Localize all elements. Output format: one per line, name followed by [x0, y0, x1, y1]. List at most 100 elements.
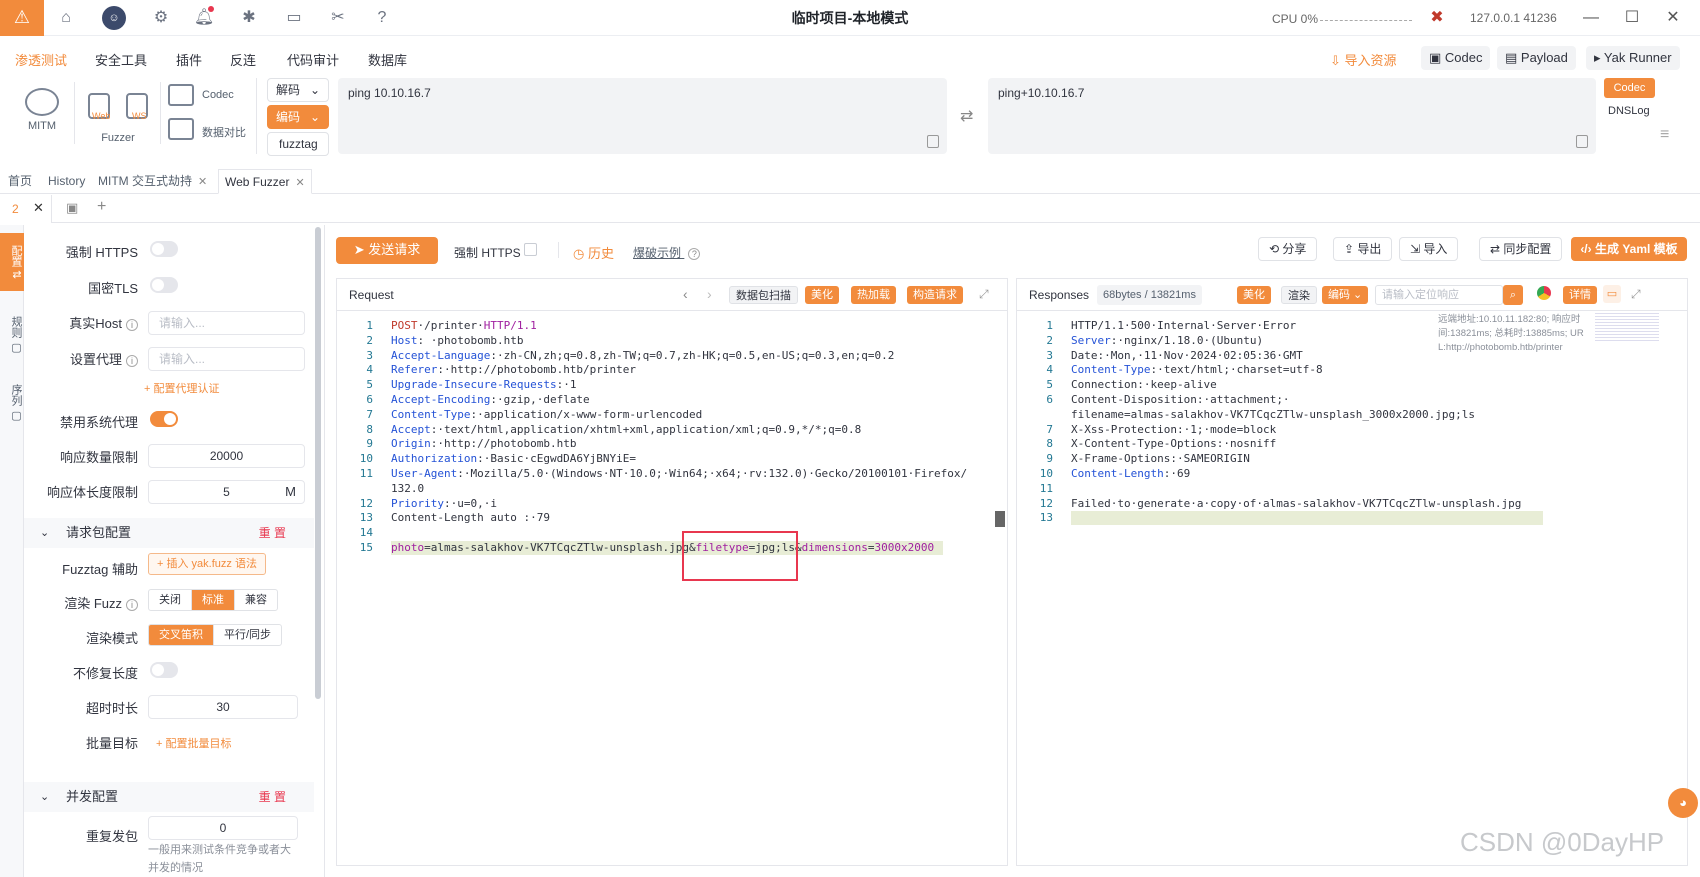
tab-home[interactable]: 首页 — [2, 169, 38, 194]
info-icon[interactable]: i — [126, 354, 138, 367]
render-mode-cartesian[interactable]: 交叉笛积 — [149, 625, 214, 645]
proxy-auth-link[interactable]: + 配置代理认证 — [144, 380, 219, 396]
code-line[interactable]: X-Xss-Protection:·1;·mode=block — [1071, 423, 1276, 436]
repeat-send-input[interactable]: 0 — [148, 816, 298, 840]
code-line[interactable]: Origin:·http://photobomb.htb — [391, 437, 576, 450]
code-line[interactable]: HTTP/1.1·500·Internal·Server·Error — [1071, 319, 1296, 332]
code-line[interactable]: Priority:·u=0,·i — [391, 497, 497, 510]
code-line[interactable]: X-Frame-Options:·SAMEORIGIN — [1071, 452, 1250, 465]
render-response-button[interactable]: 渲染 — [1281, 286, 1317, 304]
code-line[interactable]: Connection:·keep-alive — [1071, 378, 1217, 391]
insert-yak-fuzz-button[interactable]: + 插入 yak.fuzz 语法 — [148, 553, 266, 575]
render-fuzz-off[interactable]: 关闭 — [149, 590, 192, 610]
gear-icon[interactable]: ⚙ — [149, 6, 173, 30]
code-line[interactable]: filename=almas-salakhov-VK7TCqcZTlw-unsp… — [1071, 408, 1475, 421]
close-icon[interactable]: ✕ — [33, 200, 44, 216]
packet-scan-button[interactable]: 数据包扫描 — [729, 286, 798, 304]
code-line[interactable]: Accept-Encoding:·gzip,·deflate — [391, 393, 590, 406]
ws-fuzzer-tool[interactable]: WS — [122, 93, 152, 123]
yak-runner-button[interactable]: ▸ Yak Runner — [1586, 46, 1680, 70]
code-line[interactable]: POST·/printer·HTTP/1.1 — [391, 319, 537, 332]
code-line[interactable]: Accept-Language:·zh-CN,zh;q=0.8,zh-TW;q=… — [391, 349, 894, 362]
code-line[interactable]: Referer:·http://photobomb.htb/printer — [391, 363, 636, 376]
share-button[interactable]: ⟲ 分享 — [1258, 237, 1318, 261]
close-button[interactable]: ✕ — [1658, 6, 1688, 30]
import-resources-link[interactable]: ⇩ 导入资源 — [1330, 50, 1397, 69]
copy-icon[interactable] — [927, 135, 939, 148]
code-line[interactable]: User-Agent:·Mozilla/5.0·(Windows·NT·10.0… — [391, 467, 967, 480]
add-tab-icon[interactable]: + — [97, 198, 106, 216]
fuzztag-button[interactable]: fuzztag — [267, 132, 329, 156]
render-mode-parallel[interactable]: 平行/同步 — [214, 625, 281, 645]
data-compare-icon[interactable] — [168, 118, 194, 140]
maximize-button[interactable]: ☐ — [1617, 6, 1647, 30]
tab-history[interactable]: History — [42, 169, 91, 194]
mascot-icon[interactable]: ◕ — [1668, 788, 1698, 818]
code-line[interactable]: photo=almas-salakhov-VK7TCqcZTlw-unsplas… — [391, 541, 943, 555]
force-https-toggle[interactable] — [150, 241, 178, 257]
bug-icon[interactable]: ✱ — [237, 6, 261, 30]
code-line[interactable]: Content-Length:·69 — [1071, 467, 1190, 480]
details-button[interactable]: 详情 — [1563, 286, 1597, 304]
terminal-icon[interactable]: ▭ — [282, 6, 306, 30]
sync-config-button[interactable]: ⇄ 同步配置 — [1479, 237, 1563, 261]
decode-select[interactable]: 解码 ⌄ — [267, 78, 329, 102]
request-config-header[interactable]: ⌄ 请求包配置 重 置 — [24, 518, 314, 548]
dnslog-side-tab[interactable]: DNSLog — [1608, 105, 1650, 117]
encode-response-select[interactable]: 编码 ⌄ — [1322, 286, 1369, 304]
reset-concurrency-config[interactable]: 重 置 — [259, 782, 286, 812]
menu-reverse[interactable]: 反连 — [230, 50, 256, 69]
code-line[interactable]: Content-Length auto :·79 — [391, 511, 550, 524]
construct-request-button[interactable]: 构造请求 — [907, 286, 963, 304]
minimize-button[interactable]: — — [1576, 6, 1606, 30]
payload-button[interactable]: ▤ Payload — [1497, 46, 1576, 70]
export-button[interactable]: ⇪ 导出 — [1333, 237, 1393, 261]
bell-icon[interactable]: 🔔︎ — [192, 6, 216, 30]
render-mode-segmented[interactable]: 交叉笛积 平行/同步 — [148, 624, 283, 646]
render-fuzz-compat[interactable]: 兼容 — [235, 590, 277, 610]
code-line[interactable]: Host: ·photobomb.htb — [391, 334, 523, 347]
mitm-tool[interactable]: MITM — [18, 88, 66, 132]
code-line[interactable]: Upgrade-Insecure-Requests:·1 — [391, 378, 576, 391]
code-line[interactable]: Failed·to·generate·a·copy·of·almas-salak… — [1071, 497, 1521, 510]
tools-icon[interactable]: ✂ — [326, 6, 350, 30]
codec-side-tab[interactable]: Codec — [1604, 78, 1655, 98]
render-fuzz-standard[interactable]: 标准 — [192, 590, 235, 610]
codec-output[interactable]: ping+10.10.16.7 — [988, 78, 1596, 154]
code-line[interactable]: Content-Type:·text/html;·charset=utf-8 — [1071, 363, 1323, 376]
batch-target-link[interactable]: + 配置批量目标 — [156, 735, 231, 751]
menu-security-tools[interactable]: 安全工具 — [95, 50, 147, 69]
data-compare-label[interactable]: 数据对比 — [202, 124, 246, 140]
history-button[interactable]: ◷ 历史 — [573, 243, 614, 262]
proxy-input[interactable]: 请输入... — [148, 347, 305, 371]
code-line[interactable]: Content-Type:·application/x-www-form-url… — [391, 408, 702, 421]
copy-icon[interactable] — [1576, 135, 1588, 148]
chrome-icon[interactable] — [1537, 286, 1551, 300]
engine-icon[interactable]: ✖ — [1425, 6, 1449, 30]
request-editor[interactable]: Request ‹ › 数据包扫描 美化 热加载 构造请求 ⤢ 1 POST·/p… — [336, 278, 1008, 866]
code-line[interactable]: Server:·nginx/1.18.0·(Ubuntu) — [1071, 334, 1263, 347]
fullscreen-icon[interactable]: ⤢ — [1631, 287, 1641, 302]
collapse-icon[interactable]: ≡ — [1660, 126, 1669, 144]
vnav-rules[interactable]: 规则 ▢ — [0, 305, 24, 365]
code-line[interactable]: Authorization:·Basic·cEgwdDA6YjBNYiE= — [391, 452, 636, 465]
back-icon[interactable]: ‹ — [683, 286, 688, 302]
info-icon[interactable]: i — [126, 318, 138, 331]
vnav-config[interactable]: 配置 ⇅ — [0, 233, 24, 291]
comment-icon[interactable]: ▭ — [1603, 285, 1621, 303]
hot-load-button[interactable]: 热加载 — [851, 286, 896, 304]
response-editor[interactable]: Responses 68bytes / 13821ms 美化 渲染 编码 ⌄ 请… — [1016, 278, 1688, 866]
code-line[interactable] — [1071, 511, 1543, 526]
real-host-input[interactable]: 请输入... — [148, 311, 305, 335]
menu-pentest[interactable]: 渗透测试 — [15, 50, 67, 69]
encode-select[interactable]: 编码 ⌄ — [267, 105, 329, 129]
codec-tool-icon[interactable] — [168, 84, 194, 106]
send-request-button[interactable]: ➤ 发送请求 — [336, 237, 438, 264]
home-icon[interactable]: ⌂ — [54, 6, 78, 30]
close-icon[interactable]: ✕ — [198, 176, 207, 188]
warning-icon[interactable]: ⚠ — [0, 0, 44, 36]
menu-code-audit[interactable]: 代码审计 — [287, 50, 339, 69]
response-search-input[interactable]: 请输入定位响应 — [1375, 285, 1503, 305]
tab-mitm[interactable]: MITM 交互式劫持 ✕ — [92, 169, 213, 194]
resp-body-limit-input[interactable]: 5M — [148, 480, 305, 504]
